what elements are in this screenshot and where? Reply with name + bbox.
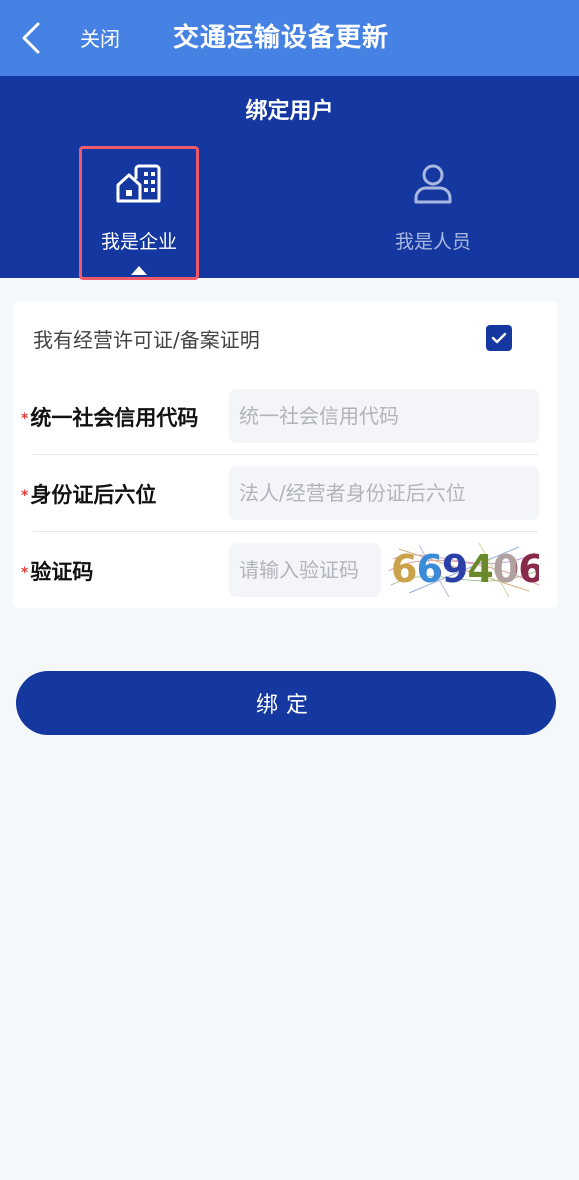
checkmark-icon	[491, 332, 507, 344]
id-last-six-label-text: 身份证后六位	[30, 483, 157, 507]
divider	[33, 454, 538, 455]
credit-code-input[interactable]	[229, 389, 539, 443]
required-mark: *	[21, 411, 29, 427]
required-mark: *	[21, 488, 29, 504]
captcha-input[interactable]	[229, 543, 381, 597]
page: 关闭 交通运输设备更新 绑定用户 我是企业 我是人员 我有经营许可证/备案证明 …	[0, 0, 579, 1180]
captcha-text: 669406	[391, 547, 539, 591]
license-row[interactable]: 我有经营许可证/备案证明	[13, 301, 558, 379]
required-mark: *	[21, 565, 29, 581]
tab-caret	[131, 266, 147, 275]
id-last-six-row: *身份证后六位	[13, 456, 558, 534]
captcha-row: *验证码 669406	[13, 533, 558, 611]
navbar: 关闭 交通运输设备更新	[0, 0, 579, 76]
credit-code-row: *统一社会信用代码	[13, 379, 558, 457]
bind-form-card: 我有经营许可证/备案证明 *统一社会信用代码 *身份证后六位 *验证码	[13, 301, 558, 608]
id-last-six-label: *身份证后六位	[21, 480, 156, 511]
captcha-image[interactable]: 669406	[389, 541, 539, 599]
header-title: 绑定用户	[245, 99, 334, 124]
page-title: 交通运输设备更新	[173, 23, 390, 53]
id-last-six-input[interactable]	[229, 466, 539, 520]
tab-person-label: 我是人员	[394, 231, 471, 253]
person-icon	[408, 162, 458, 206]
captcha-label: *验证码	[21, 557, 93, 588]
building-icon	[114, 162, 164, 206]
chevron-left-icon	[22, 22, 40, 54]
close-button[interactable]: 关闭	[80, 26, 120, 52]
license-checkbox[interactable]	[486, 325, 512, 351]
credit-code-label-text: 统一社会信用代码	[30, 406, 199, 430]
credit-code-label: *统一社会信用代码	[21, 403, 198, 434]
tab-enterprise-label: 我是企业	[100, 231, 177, 253]
back-button[interactable]	[14, 20, 48, 56]
divider	[33, 531, 538, 532]
tab-person[interactable]: 我是人员	[374, 148, 492, 278]
bind-button[interactable]: 绑定	[16, 671, 556, 735]
license-label: 我有经营许可证/备案证明	[33, 328, 260, 352]
bind-user-header: 绑定用户 我是企业 我是人员	[0, 76, 579, 280]
tab-enterprise[interactable]: 我是企业	[80, 148, 198, 278]
captcha-label-text: 验证码	[30, 560, 94, 584]
